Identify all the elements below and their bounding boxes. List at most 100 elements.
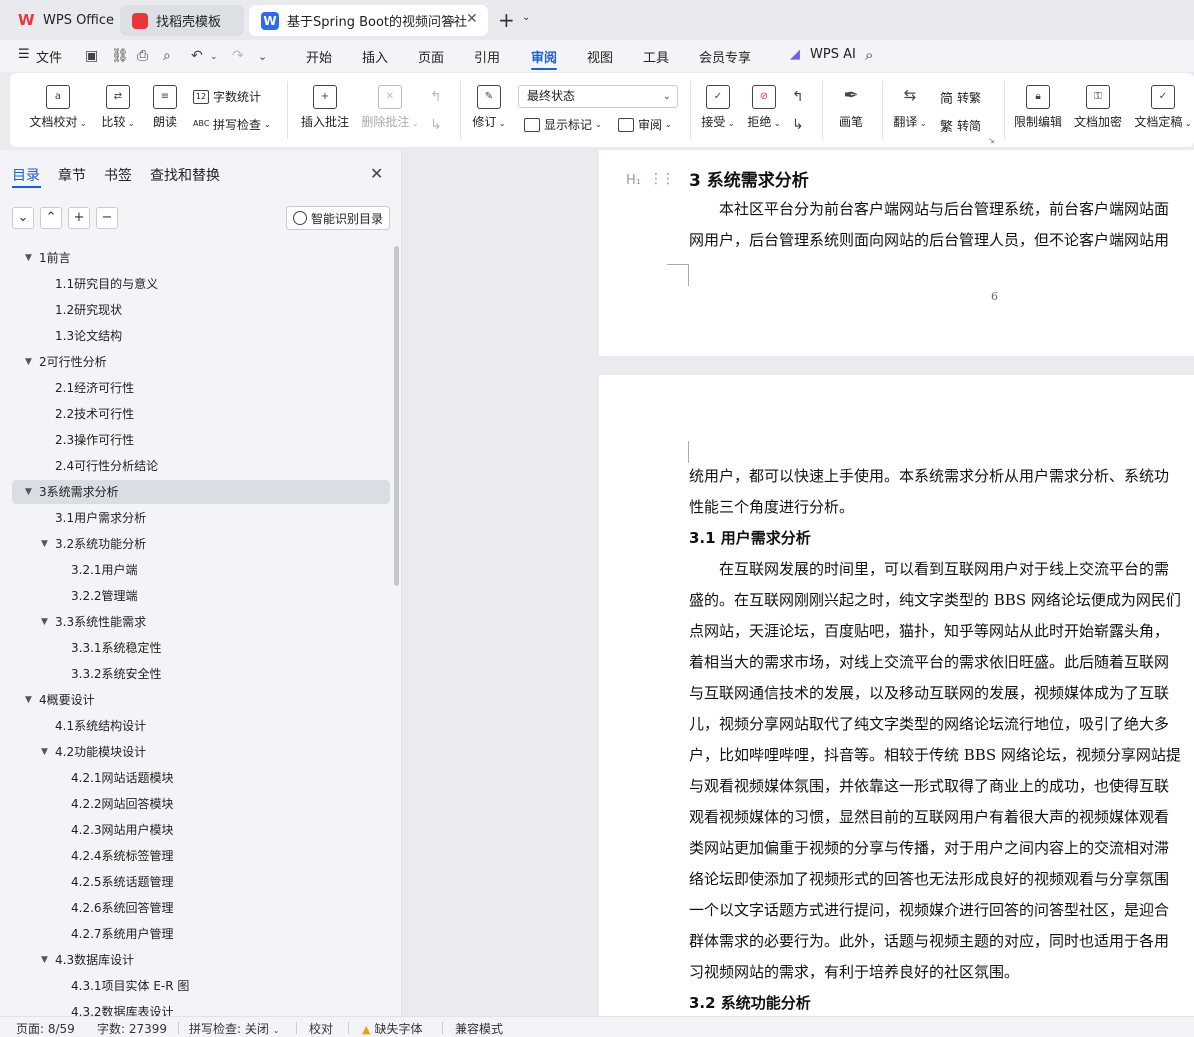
toc-item[interactable]: 4.2.6系统回答管理	[12, 896, 390, 920]
save-icon[interactable]: ▣	[85, 48, 98, 64]
accept-button[interactable]: ✓ 接受 ⌄	[698, 85, 738, 130]
review-pane-button[interactable]: 审阅 ⌄	[618, 116, 672, 133]
pen-button[interactable]: ✒ 画笔	[832, 85, 870, 130]
compat-mode-indicator[interactable]: 兼容模式	[455, 1020, 503, 1037]
nav-tab-bookmarks[interactable]: 书签	[104, 165, 132, 185]
paragraph-line[interactable]: 本社区平台分为前台客户端网站与后台管理系统，前台客户端网站面	[719, 198, 1169, 219]
markup-status-select[interactable]: 最终状态 ⌄	[518, 85, 678, 108]
page-indicator[interactable]: 页面: 8/59	[16, 1020, 75, 1037]
toc-item[interactable]: ▼ 2可行性分析	[12, 350, 390, 374]
paragraph-line[interactable]: 类网站更加偏重于视频的分享与传播，对于用户之间内容上的交流相对滞	[689, 837, 1169, 858]
search-icon[interactable]: ⌕	[865, 46, 873, 64]
toc-item[interactable]: 4.2.2网站回答模块	[12, 792, 390, 816]
caret-down-icon[interactable]: ▼	[41, 740, 48, 764]
menu-references[interactable]: 引用	[474, 47, 500, 66]
document-page[interactable]: H₁ ⋮⋮ 3 系统需求分析 本社区平台分为前台客户端网站与后台管理系统，前台客…	[599, 150, 1194, 356]
toc-item[interactable]: ▼ 3.3系统性能需求	[12, 610, 390, 634]
toc-item[interactable]: ▼ 1前言	[12, 246, 390, 270]
revise-button[interactable]: ✎ 修订 ⌄	[468, 85, 510, 130]
heading-marker-icon[interactable]: H₁	[626, 173, 641, 188]
undo-icon[interactable]: ↶	[191, 48, 203, 64]
nav-tab-sections[interactable]: 章节	[58, 165, 86, 185]
paragraph-line[interactable]: 习视频网站的需求，有利于培养良好的社区氛围。	[689, 961, 1019, 982]
document-canvas[interactable]: H₁ ⋮⋮ 3 系统需求分析 本社区平台分为前台客户端网站与后台管理系统，前台客…	[403, 150, 1194, 1016]
toc-item[interactable]: 1.2研究现状	[12, 298, 390, 322]
paragraph-line[interactable]: 在互联网发展的时间里，可以看到互联网用户对于线上交流平台的需	[719, 558, 1169, 579]
toc-item[interactable]: 1.1研究目的与意义	[12, 272, 390, 296]
prev-change-icon[interactable]: ↰	[792, 89, 804, 105]
tab-wps-office[interactable]: W WPS Office	[6, 5, 116, 36]
encrypt-button[interactable]: ⚿ 文档加密	[1072, 85, 1124, 130]
toc-item[interactable]: 4.1系统结构设计	[12, 714, 390, 738]
chevron-down-icon[interactable]: ⌄	[522, 12, 530, 23]
menu-view[interactable]: 视图	[587, 47, 613, 66]
show-markup-button[interactable]: 显示标记 ⌄	[524, 116, 602, 133]
more-chevron-icon[interactable]: ⌄	[258, 50, 267, 63]
spell-check-indicator[interactable]: 拼写检查: 关闭 ⌄	[189, 1020, 280, 1037]
toc-item[interactable]: ▼ 3系统需求分析	[12, 480, 390, 504]
missing-font-indicator[interactable]: ▲ 缺失字体	[362, 1020, 422, 1037]
paragraph-line[interactable]: 与互联网通信技术的发展，以及移动互联网的发展，视频媒体成为了互联	[689, 682, 1169, 703]
toc-item[interactable]: 4.2.5系统话题管理	[12, 870, 390, 894]
smart-toc-button[interactable]: 智能识别目录	[286, 206, 390, 230]
toc-item[interactable]: ▼ 3.2系统功能分析	[12, 532, 390, 556]
caret-down-icon[interactable]: ▼	[25, 246, 32, 270]
nav-tab-find-replace[interactable]: 查找和替换	[150, 165, 220, 185]
caret-down-icon[interactable]: ▼	[25, 480, 32, 504]
menu-wps-ai[interactable]: WPS AI	[810, 47, 856, 62]
paragraph-line[interactable]: 一个以文字话题方式进行提问，视频媒介进行回答的问答型社区，是迎合	[689, 899, 1169, 920]
dialog-launcher-icon[interactable]: ↘	[988, 136, 995, 145]
add-heading-icon[interactable]: +	[68, 207, 90, 229]
collapse-icon[interactable]: ⌃	[40, 207, 62, 229]
close-icon[interactable]: ✕	[370, 164, 383, 183]
toc-item[interactable]: 2.4可行性分析结论	[12, 454, 390, 478]
toc-item[interactable]: 4.3.1项目实体 E-R 图	[12, 974, 390, 998]
next-change-icon[interactable]: ↳	[792, 117, 804, 133]
paragraph-line[interactable]: 与观看视频媒体氛围，并依靠这一形式取得了商业上的成功，也使得互联	[689, 775, 1169, 796]
paragraph-line[interactable]: 网用户，后台管理系统则面向网站的后台管理人员，但不论客户端网站用	[689, 229, 1169, 250]
reject-button[interactable]: ⊘ 拒绝 ⌄	[744, 85, 784, 130]
expand-icon[interactable]: ⌄	[12, 207, 34, 229]
paragraph-line[interactable]: 儿，视频分享网站取代了纯文字类型的网络论坛流行地位，吸引了绝大多	[689, 713, 1169, 734]
document-page[interactable]: 统用户，都可以快速上手使用。本系统需求分析从用户需求分析、系统功 性能三个角度进行…	[599, 375, 1194, 1016]
toc-item[interactable]: 1.3论文结构	[12, 324, 390, 348]
paragraph-line[interactable]: 户，比如哔哩哔哩，抖音等。相较于传统 BBS 网络论坛，视频分享网站提	[689, 744, 1181, 765]
to-traditional-button[interactable]: 简 转繁	[940, 88, 981, 107]
subsection-heading[interactable]: 3.1 用户需求分析	[689, 527, 811, 548]
paragraph-line[interactable]: 点网站，天涯论坛，百度贴吧，猫扑，知乎等网站从此时开始崭露头角，	[689, 620, 1169, 641]
menu-insert[interactable]: 插入	[362, 47, 388, 66]
toc-item[interactable]: 4.2.7系统用户管理	[12, 922, 390, 946]
paragraph-line[interactable]: 性能三个角度进行分析。	[689, 496, 854, 517]
nav-tab-toc[interactable]: 目录	[12, 165, 40, 185]
restrict-edit-button[interactable]: 🔒︎ 限制编辑	[1012, 85, 1064, 130]
undo-dropdown-icon[interactable]: ⌄	[210, 52, 218, 62]
toc-item[interactable]: 3.3.2系统安全性	[12, 662, 390, 686]
caret-down-icon[interactable]: ▼	[41, 532, 48, 556]
tab-document[interactable]: W 基于Spring Boot的视频问答社 ▭ ✕	[249, 5, 488, 36]
to-simplified-button[interactable]: 繁 转简	[940, 116, 981, 135]
toc-item[interactable]: 3.2.1用户端	[12, 558, 390, 582]
paragraph-line[interactable]: 着相当大的需求市场，对线上交流平台的需求依旧旺盛。此后随着互联网	[689, 651, 1169, 672]
spell-check-button[interactable]: ABC 拼写检查 ⌄	[193, 116, 271, 133]
menu-file[interactable]: 文件	[36, 47, 62, 66]
hamburger-icon[interactable]: ☰	[18, 47, 30, 62]
menu-member[interactable]: 会员专享	[699, 47, 751, 66]
menu-review[interactable]: 审阅	[531, 47, 557, 66]
toc-item[interactable]: 2.2技术可行性	[12, 402, 390, 426]
window-icon[interactable]: ▭	[444, 13, 455, 27]
caret-down-icon[interactable]: ▼	[25, 688, 32, 712]
read-aloud-button[interactable]: ≡ 朗读	[148, 85, 182, 130]
toc-item[interactable]: 2.3操作可行性	[12, 428, 390, 452]
paragraph-line[interactable]: 群体需求的必要行为。此外，话题与视频主题的对应，同时也适用于各用	[689, 930, 1169, 951]
print-preview-icon[interactable]: ⌕	[163, 48, 171, 64]
toc-item[interactable]: 3.2.2管理端	[12, 584, 390, 608]
caret-down-icon[interactable]: ▼	[25, 350, 32, 374]
menu-home[interactable]: 开始	[306, 47, 332, 66]
next-comment-icon[interactable]: ↳	[430, 117, 442, 133]
word-count-indicator[interactable]: 字数: 27399	[97, 1020, 167, 1037]
caret-down-icon[interactable]: ▼	[41, 948, 48, 972]
prev-comment-icon[interactable]: ↰	[430, 89, 442, 105]
compare-button[interactable]: ⇄ 比较 ⌄	[96, 85, 140, 130]
toc-item[interactable]: 4.2.4系统标签管理	[12, 844, 390, 868]
redo-icon[interactable]: ↷	[232, 48, 244, 64]
